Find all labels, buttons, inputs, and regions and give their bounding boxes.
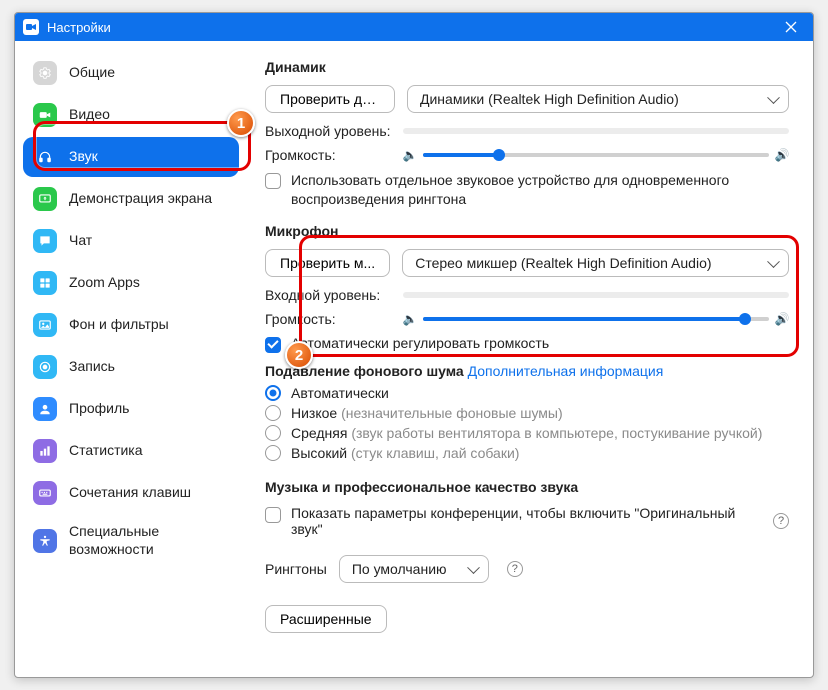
original-sound-checkbox[interactable] [265,507,281,523]
original-sound-label: Показать параметры конференции, чтобы вк… [291,505,767,537]
sidebar-item-1[interactable]: Видео [23,95,239,135]
advanced-button[interactable]: Расширенные [265,605,387,633]
window-title: Настройки [47,20,111,35]
sidebar-item-label: Профиль [69,400,129,418]
content-panel: Динамик Проверить ди... Динамики (Realte… [247,41,813,677]
chat-icon [33,229,57,253]
profile-icon [33,397,57,421]
input-level-label: Входной уровень: [265,287,397,303]
help-icon[interactable]: ? [507,561,523,577]
sidebar: Общие Видео Звук Демонстрация экрана Чат Zoom… [15,41,247,677]
auto-adjust-volume-label: Автоматически регулировать громкость [291,335,549,351]
sidebar-item-label: Общие [69,64,115,82]
noise-option-hint: (стук клавиш, лай собаки) [351,445,519,461]
sidebar-item-label: Видео [69,106,110,124]
speaker-section-title: Динамик [265,59,789,75]
noise-option-0[interactable]: Автоматически [265,385,789,401]
sidebar-item-5[interactable]: Zoom Apps [23,263,239,303]
noise-option-label: Низкое [291,405,341,421]
sidebar-item-label: Zoom Apps [69,274,140,292]
mic-section-title: Микрофон [265,223,789,239]
video-icon [33,103,57,127]
mic-volume-label: Громкость: [265,311,397,327]
output-level-label: Выходной уровень: [265,123,397,139]
auto-adjust-volume-checkbox[interactable] [265,337,281,353]
volume-low-icon: 🔈 [403,312,417,326]
separate-ringtone-label: Использовать отдельное звуковое устройст… [291,171,789,209]
ringtone-label: Рингтоны [265,561,327,577]
input-level-meter [403,292,789,298]
volume-high-icon: 🔊 [775,312,789,326]
sidebar-item-2[interactable]: Звук [23,137,239,177]
radio-icon [265,405,281,421]
gear-icon [33,61,57,85]
output-level-meter [403,128,789,134]
settings-window: Настройки Общие Видео Звук Демонстрация экр… [14,12,814,678]
noise-option-2[interactable]: Средняя (звук работы вентилятора в компь… [265,425,789,441]
app-icon [23,19,39,35]
speaker-volume-label: Громкость: [265,147,397,163]
sidebar-item-0[interactable]: Общие [23,53,239,93]
noise-option-hint: (звук работы вентилятора в компьютере, п… [351,425,762,441]
sidebar-item-6[interactable]: Фон и фильтры [23,305,239,345]
keyboard-icon [33,481,57,505]
sidebar-item-4[interactable]: Чат [23,221,239,261]
radio-icon [265,445,281,461]
test-speaker-button[interactable]: Проверить ди... [265,85,395,113]
speaker-device-select[interactable]: Динамики (Realtek High Definition Audio) [407,85,789,113]
radio-icon [265,385,281,401]
music-section-title: Музыка и профессиональное качество звука [265,479,789,495]
speaker-volume-slider[interactable] [423,153,769,157]
noise-option-1[interactable]: Низкое (незначительные фоновые шумы) [265,405,789,421]
sidebar-item-8[interactable]: Профиль [23,389,239,429]
sidebar-item-11[interactable]: Специальные возможности [23,515,239,566]
sidebar-item-label: Специальные возможности [69,523,229,558]
noise-option-label: Автоматически [291,385,389,401]
sidebar-item-label: Запись [69,358,115,376]
noise-option-label: Средняя [291,425,351,441]
volume-low-icon: 🔈 [403,148,417,162]
sidebar-item-label: Фон и фильтры [69,316,169,334]
mic-volume-slider[interactable] [423,317,769,321]
share-screen-icon [33,187,57,211]
test-mic-button[interactable]: Проверить м... [265,249,390,277]
apps-icon [33,271,57,295]
stats-icon [33,439,57,463]
sidebar-item-label: Демонстрация экрана [69,190,212,208]
noise-suppression-title: Подавление фонового шума [265,363,464,379]
mic-device-select[interactable]: Стерео микшер (Realtek High Definition A… [402,249,789,277]
sidebar-item-label: Сочетания клавиш [69,484,191,502]
headphones-icon [33,145,57,169]
sidebar-item-9[interactable]: Статистика [23,431,239,471]
separate-ringtone-checkbox[interactable] [265,173,281,189]
sidebar-item-label: Звук [69,148,98,166]
volume-high-icon: 🔊 [775,148,789,162]
sidebar-item-7[interactable]: Запись [23,347,239,387]
help-icon[interactable]: ? [773,513,789,529]
noise-option-3[interactable]: Высокий (стук клавиш, лай собаки) [265,445,789,461]
noise-option-hint: (незначительные фоновые шумы) [341,405,563,421]
noise-more-info-link[interactable]: Дополнительная информация [468,363,664,379]
close-button[interactable] [777,13,805,41]
titlebar: Настройки [15,13,813,41]
accessibility-icon [33,529,57,553]
sidebar-item-3[interactable]: Демонстрация экрана [23,179,239,219]
sidebar-item-label: Чат [69,232,92,250]
radio-icon [265,425,281,441]
ringtone-select[interactable]: По умолчанию [339,555,489,583]
sidebar-item-label: Статистика [69,442,143,460]
sidebar-item-10[interactable]: Сочетания клавиш [23,473,239,513]
noise-option-label: Высокий [291,445,351,461]
record-icon [33,355,57,379]
background-icon [33,313,57,337]
